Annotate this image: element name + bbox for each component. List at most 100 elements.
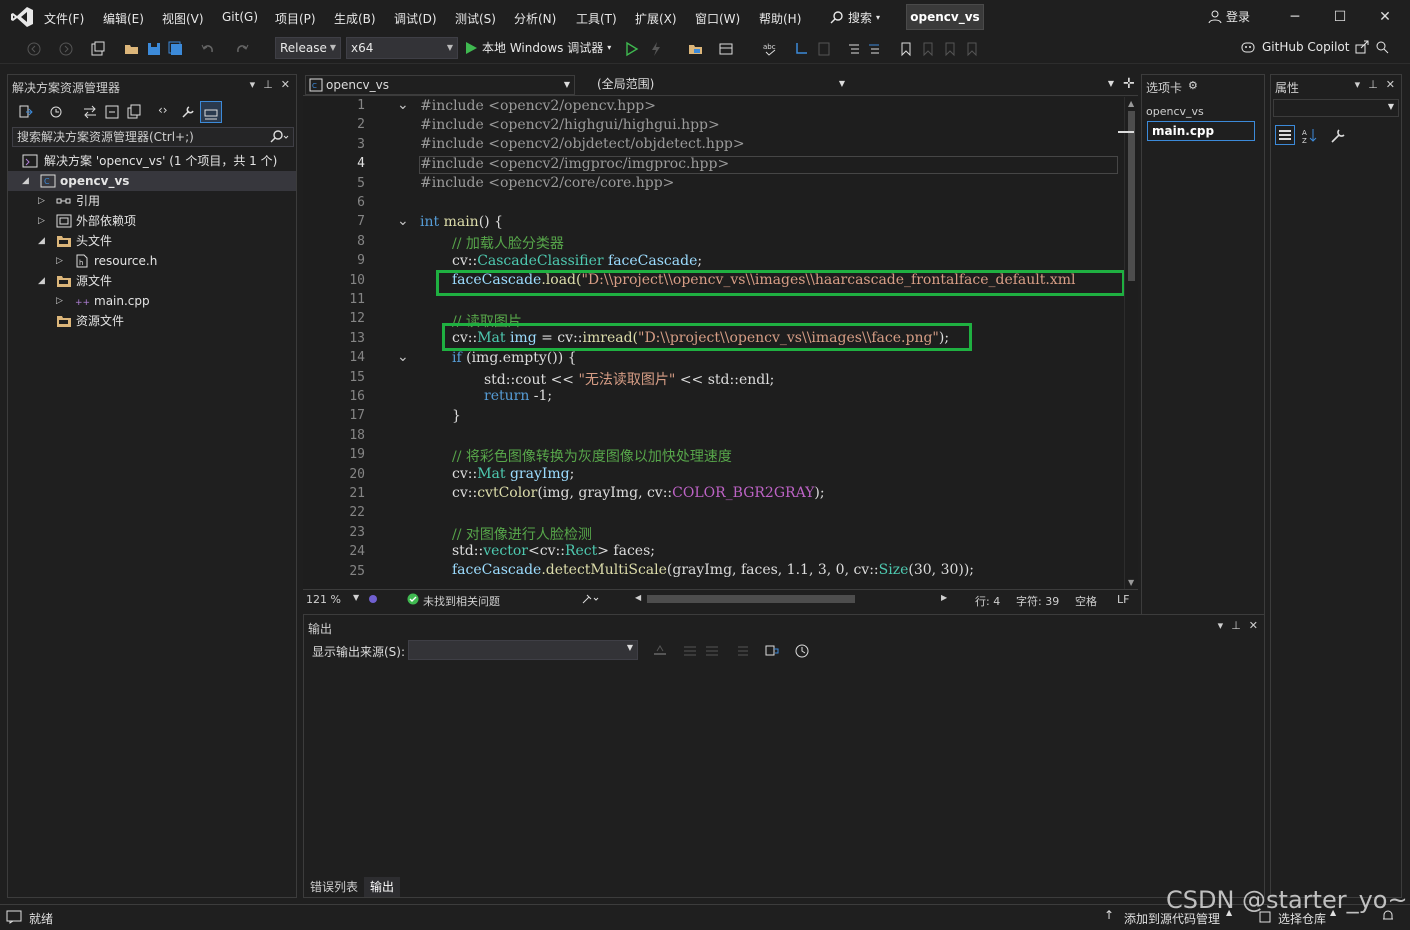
menu-tools[interactable]: 工具(T) — [576, 10, 617, 27]
dropdown-icon[interactable]: ▾ — [1355, 78, 1361, 91]
pin-icon[interactable]: ⊥ — [1368, 78, 1378, 91]
history-icon[interactable] — [48, 104, 64, 120]
output-source-dropdown[interactable]: ▼ — [408, 640, 638, 660]
tree-item-4[interactable]: ◢ 头文件 — [8, 231, 296, 251]
scroll-down-icon[interactable]: ▼ — [1128, 578, 1134, 587]
solution-explorer-search-input[interactable]: 搜索解决方案资源管理器(Ctrl+;) — [12, 127, 294, 147]
collapsed-chevron-icon[interactable]: ▷ — [38, 211, 45, 231]
uncomment-icon[interactable] — [866, 41, 882, 57]
gear-icon[interactable]: ⚙ — [1188, 79, 1198, 92]
next-bookmark-icon[interactable] — [942, 41, 958, 57]
issues-status[interactable]: 未找到相关问题 — [423, 593, 500, 609]
expanded-chevron-icon[interactable]: ◢ — [22, 171, 29, 191]
tree-item-6[interactable]: ◢ 源文件 — [8, 271, 296, 291]
step-icon[interactable] — [794, 41, 810, 57]
code-view-icon[interactable]: ‹› — [158, 103, 168, 117]
clear-bookmarks-icon[interactable] — [964, 41, 980, 57]
solution-root-row[interactable]: 解决方案 'opencv_vs' (1 个项目，共 1 个) — [8, 151, 296, 171]
properties-object-dropdown[interactable]: ▼ — [1273, 99, 1399, 117]
property-pages-icon[interactable] — [1329, 127, 1347, 145]
dropdown-icon[interactable]: ▾ — [250, 78, 256, 91]
prev-bookmark-icon[interactable] — [920, 41, 936, 57]
find-message-icon[interactable] — [652, 643, 668, 659]
tab-output[interactable]: 输出 — [364, 877, 401, 897]
member-dropdown[interactable]: ▼ — [853, 75, 1118, 95]
feedback-icon[interactable] — [1375, 40, 1389, 54]
bookmark-icon[interactable] — [898, 41, 914, 57]
menu-help[interactable]: 帮助(H) — [759, 10, 801, 27]
global-scope-dropdown[interactable]: (全局范围) ▼ — [579, 75, 849, 95]
preview-selected-icon[interactable] — [200, 101, 222, 123]
pin-icon[interactable]: ⊥ — [1231, 619, 1241, 632]
menu-git[interactable]: Git(G) — [222, 10, 258, 24]
categorized-icon[interactable] — [1275, 125, 1295, 145]
visual-studio-logo-icon[interactable] — [10, 6, 34, 28]
show-all-files-icon[interactable] — [126, 104, 142, 120]
menu-analyze[interactable]: 分析(N) — [514, 10, 556, 27]
tab-error-list[interactable]: 错误列表 — [304, 877, 364, 897]
menu-project[interactable]: 项目(P) — [275, 10, 316, 27]
collapsed-chevron-icon[interactable]: ▷ — [56, 251, 63, 271]
back-icon[interactable] — [26, 41, 42, 57]
split-editor-icon[interactable]: ✛ — [1123, 76, 1135, 92]
expanded-chevron-icon[interactable]: ◢ — [38, 271, 45, 291]
scroll-up-icon[interactable]: ▲ — [1128, 99, 1134, 108]
fold-toggle-icon[interactable]: ⌄ — [397, 98, 409, 112]
clear-all-icon[interactable] — [734, 643, 750, 659]
save-all-icon[interactable] — [168, 41, 184, 57]
close-icon[interactable]: ✕ — [1249, 619, 1258, 632]
collapsed-chevron-icon[interactable]: ▷ — [56, 291, 63, 311]
hot-reload-icon[interactable] — [648, 41, 664, 57]
collapsed-chevron-icon[interactable]: ▷ — [38, 191, 45, 211]
close-icon[interactable]: ✕ — [281, 78, 290, 91]
collapse-all-icon[interactable] — [104, 104, 120, 120]
start-debugging-button[interactable]: 本地 Windows 调试器 ▾ — [464, 39, 611, 56]
clock-icon[interactable] — [794, 643, 810, 659]
expanded-chevron-icon[interactable]: ◢ — [38, 231, 45, 251]
tree-item-2[interactable]: ▷ 引用 — [8, 191, 296, 211]
whitespace-indicator[interactable]: 空格 — [1075, 593, 1097, 609]
menu-edit[interactable]: 编辑(E) — [103, 10, 144, 27]
scroll-left-icon[interactable]: ◀ — [635, 593, 641, 602]
close-icon[interactable]: ✕ — [1386, 78, 1395, 91]
chevron-down-icon[interactable]: ▼ — [353, 593, 359, 602]
scroll-right-icon[interactable]: ▶ — [941, 593, 947, 602]
line-ending-indicator[interactable]: LF — [1117, 593, 1129, 606]
properties-wrench-icon[interactable] — [180, 104, 196, 120]
close-window-button[interactable]: ✕ — [1370, 6, 1400, 28]
minimize-button[interactable]: ─ — [1280, 6, 1310, 28]
sync-icon[interactable] — [18, 104, 34, 120]
menu-debug[interactable]: 调试(D) — [394, 10, 437, 27]
tree-item-5[interactable]: ▷ h resource.h — [8, 251, 296, 271]
editor-vertical-scrollbar[interactable]: ▲ ▼ — [1124, 97, 1138, 589]
menu-extensions[interactable]: 扩展(X) — [635, 10, 677, 27]
code-editor[interactable]: 1 ⌄ 2 3 4 5 6 7 ⌄ 8 9 10 11 12 13 14 ⌄ 15 16 17 18 19 20 21 22 23… — [303, 97, 1138, 589]
next-message-icon[interactable] — [704, 643, 720, 659]
line-indicator[interactable]: 行: 4 — [975, 593, 1000, 609]
prev-message-icon[interactable] — [682, 643, 698, 659]
intellicode-icon[interactable] — [367, 593, 379, 605]
swap-icon[interactable] — [82, 104, 98, 120]
zoom-level[interactable]: 121 % — [306, 593, 341, 606]
undo-icon[interactable] — [200, 41, 216, 57]
alphabetical-icon[interactable]: AZ — [1301, 127, 1319, 145]
platform-dropdown[interactable]: x64 ▼ — [346, 37, 458, 59]
forward-icon[interactable] — [58, 41, 74, 57]
spellcheck-icon[interactable]: abc — [762, 41, 778, 57]
global-search-button[interactable]: 搜索 ▾ — [830, 6, 880, 28]
login-button[interactable]: 登录 — [1208, 8, 1250, 25]
scrollbar-thumb[interactable] — [1128, 111, 1135, 281]
menu-window[interactable]: 窗口(W) — [695, 10, 740, 27]
new-project-icon[interactable] — [90, 41, 106, 57]
comment-out-icon[interactable] — [846, 41, 862, 57]
horizontal-scrollbar-thumb[interactable] — [647, 595, 855, 603]
columns-icon[interactable] — [816, 41, 832, 57]
fold-toggle-icon[interactable]: ⌄ — [397, 350, 409, 364]
layout-icon[interactable] — [718, 41, 734, 57]
code-cleanup-icon[interactable] — [581, 593, 599, 605]
github-copilot-button[interactable]: GitHub Copilot — [1240, 40, 1389, 54]
project-scope-dropdown[interactable]: C opencv_vs ▼ — [305, 75, 575, 95]
fold-toggle-icon[interactable]: ⌄ — [397, 214, 409, 228]
pin-icon[interactable]: ⊥ — [263, 78, 273, 91]
menu-file[interactable]: 文件(F) — [44, 10, 84, 27]
